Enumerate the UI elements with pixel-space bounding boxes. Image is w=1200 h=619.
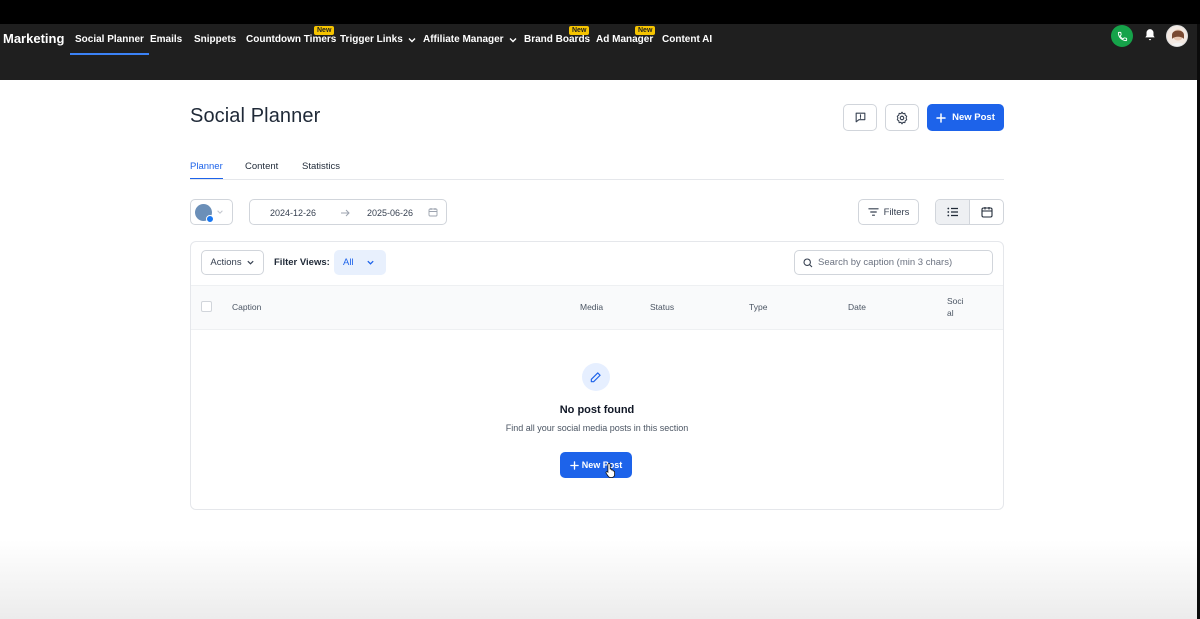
nav-item-countdown-timers[interactable]: Countdown Timers xyxy=(246,34,336,45)
top-navbar xyxy=(0,24,1197,80)
column-status[interactable]: Status xyxy=(650,302,674,312)
filter-views-label: Filter Views: xyxy=(274,257,330,268)
column-social-line2[interactable]: al xyxy=(947,308,954,318)
new-post-button[interactable]: New Post xyxy=(927,104,1004,131)
edit-icon xyxy=(590,372,601,383)
nav-item-brand-boards[interactable]: Brand Boards xyxy=(524,34,590,45)
nav-item-emails[interactable]: Emails xyxy=(150,34,182,45)
date-range-picker[interactable]: 2024-12-26 2025-06-26 xyxy=(249,199,447,225)
new-post-label: New Post xyxy=(952,112,995,123)
nav-label: Social Planner xyxy=(75,34,144,45)
empty-state-title: No post found xyxy=(559,404,635,416)
nav-label: Trigger Links xyxy=(340,34,403,45)
feedback-icon xyxy=(855,112,865,123)
column-media[interactable]: Media xyxy=(580,302,603,312)
empty-new-post-button[interactable]: New Post xyxy=(560,452,632,478)
nav-item-content-ai[interactable]: Content AI xyxy=(662,34,712,45)
plus-icon xyxy=(569,460,579,470)
nav-item-snippets[interactable]: Snippets xyxy=(194,34,236,45)
new-badge: New xyxy=(635,26,656,35)
nav-label: Snippets xyxy=(194,34,237,45)
tabs-divider xyxy=(190,179,1004,180)
filter-view-value: All xyxy=(343,257,354,268)
nav-label: Emails xyxy=(150,34,183,45)
search-icon xyxy=(803,257,813,267)
settings-button[interactable] xyxy=(885,104,919,131)
account-avatar xyxy=(195,203,214,223)
user-avatar[interactable] xyxy=(1166,25,1188,47)
new-badge: New xyxy=(569,26,590,35)
filter-icon xyxy=(867,208,879,216)
empty-state-subtitle: Find all your social media posts in this… xyxy=(505,423,689,433)
page-title: Social Planner xyxy=(190,105,321,127)
nav-item-ad-manager[interactable]: Ad Manager xyxy=(596,34,653,45)
calendar-icon xyxy=(980,207,993,218)
empty-state-icon xyxy=(582,363,610,391)
nav-item-affiliate-manager[interactable]: Affiliate Manager xyxy=(423,34,518,45)
chevron-down-icon xyxy=(366,260,374,265)
brand-title: Marketing xyxy=(3,31,65,46)
select-all-checkbox[interactable] xyxy=(201,301,212,312)
phone-icon xyxy=(1117,31,1127,41)
filters-label: Filters xyxy=(883,206,910,218)
chevron-down-icon xyxy=(408,37,416,42)
date-start: 2024-12-26 xyxy=(270,208,317,218)
column-social-line1[interactable]: Soci xyxy=(947,296,964,306)
gear-icon xyxy=(896,111,908,124)
tab-content[interactable]: Content xyxy=(245,161,278,172)
nav-label: Affiliate Manager xyxy=(423,34,504,45)
search-box xyxy=(794,250,993,275)
nav-label: Countdown Timers xyxy=(246,34,337,45)
calendar-icon xyxy=(428,208,438,217)
actions-label: Actions xyxy=(210,257,242,268)
feedback-button[interactable] xyxy=(843,104,877,131)
nav-item-social-planner[interactable]: Social Planner xyxy=(70,34,149,55)
tab-statistics[interactable]: Statistics xyxy=(302,161,340,172)
new-badge: New xyxy=(314,26,335,35)
cursor-icon xyxy=(605,463,615,478)
date-end: 2025-06-26 xyxy=(367,208,414,218)
column-caption[interactable]: Caption xyxy=(232,302,261,312)
tab-planner[interactable]: Planner xyxy=(190,161,223,180)
phone-button[interactable] xyxy=(1111,25,1133,47)
search-input[interactable] xyxy=(818,257,988,268)
bell-icon[interactable] xyxy=(1143,28,1157,42)
list-icon xyxy=(946,207,958,217)
chevron-down-icon xyxy=(246,260,254,265)
arrow-right-icon xyxy=(341,209,350,217)
view-toggle xyxy=(935,199,1004,225)
nav-label: Ad Manager xyxy=(596,34,654,45)
nav-label: Brand Boards xyxy=(524,34,591,45)
nav-label: Content AI xyxy=(662,34,713,45)
filters-button[interactable]: Filters xyxy=(858,199,919,225)
column-type[interactable]: Type xyxy=(749,302,767,312)
actions-dropdown[interactable]: Actions xyxy=(201,250,264,275)
bottom-fade xyxy=(0,540,1197,619)
top-bar xyxy=(0,0,1200,24)
calendar-view-button[interactable] xyxy=(970,200,1003,224)
chevron-down-icon xyxy=(217,210,223,214)
list-view-button[interactable] xyxy=(936,200,970,224)
column-date[interactable]: Date xyxy=(848,302,866,312)
nav-item-trigger-links[interactable]: Trigger Links xyxy=(340,34,417,45)
facebook-icon xyxy=(206,214,214,223)
plus-icon xyxy=(936,112,946,123)
filter-views-select[interactable]: All xyxy=(334,250,386,275)
chevron-down-icon xyxy=(509,37,517,42)
account-select[interactable] xyxy=(190,199,233,225)
